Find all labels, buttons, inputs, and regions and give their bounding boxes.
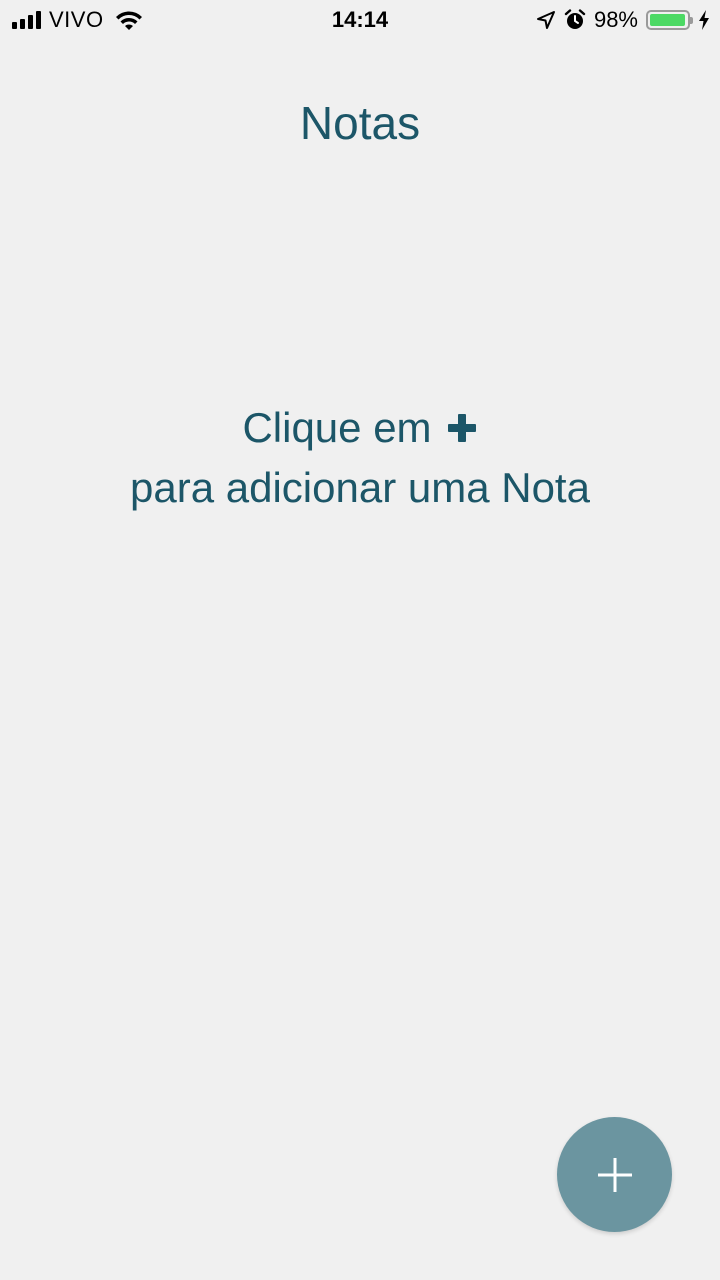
notes-screen: VIVO 14:14 98% Notas Clique em para adic… bbox=[0, 0, 720, 1280]
charging-bolt-icon bbox=[699, 10, 709, 30]
battery-percent: 98% bbox=[593, 7, 638, 32]
alarm-clock-icon bbox=[564, 9, 586, 29]
status-bar-right: 98% bbox=[536, 6, 710, 34]
add-note-button[interactable] bbox=[557, 1117, 672, 1232]
empty-state-line1-text: Clique em bbox=[242, 404, 432, 451]
empty-state-message: Clique em para adicionar uma Nota bbox=[0, 398, 720, 518]
page-title: Notas bbox=[299, 97, 421, 149]
battery-icon bbox=[646, 10, 693, 30]
empty-state-line1: Clique em bbox=[242, 398, 477, 458]
plus-icon bbox=[597, 1157, 632, 1192]
plus-icon bbox=[447, 414, 476, 442]
status-bar: VIVO 14:14 98% bbox=[0, 0, 720, 40]
location-arrow-icon bbox=[536, 11, 555, 29]
battery-fill bbox=[650, 14, 686, 26]
empty-state-line2: para adicionar uma Nota bbox=[130, 464, 590, 511]
